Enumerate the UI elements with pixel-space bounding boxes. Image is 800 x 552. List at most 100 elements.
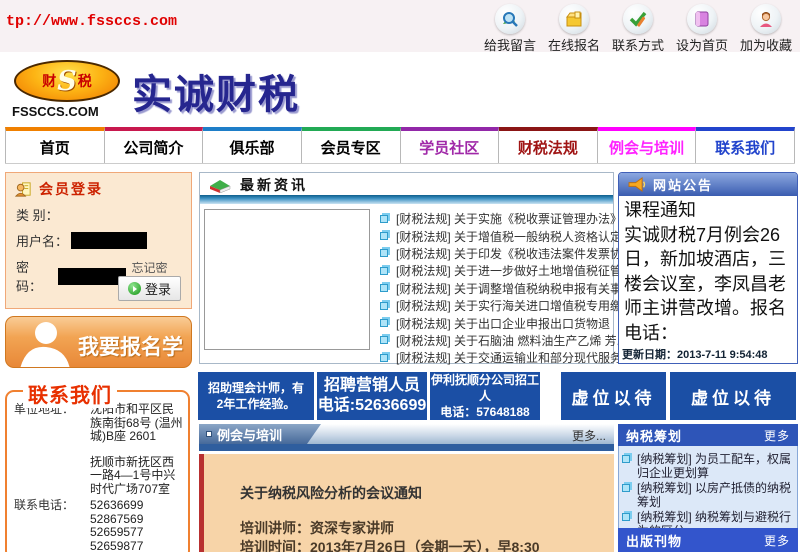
news-item[interactable]: [财税法规] 关于出口企业申报出口货物退（免... xyxy=(380,314,644,331)
banner-vacant-2[interactable]: 虚位以待 xyxy=(670,372,796,420)
tax-planning-section: 纳税筹划 更多 [纳税筹划] 为员工配车，权属归企业更划算 [纳税筹划] 以房产… xyxy=(618,424,798,545)
login-button[interactable]: 登录 xyxy=(118,276,181,301)
meeting-tab: 例会与培训 xyxy=(199,424,321,444)
login-header: 会员登录 xyxy=(6,173,191,201)
header: 财 S 税 FSSCCS.COM 实诚财税 xyxy=(0,52,800,127)
cube-icon xyxy=(380,336,388,344)
news-item-text: [财税法规] 关于交通运输业和部分现代服务业... xyxy=(396,349,644,366)
cube-icon xyxy=(380,302,388,310)
cube-icon xyxy=(622,513,630,521)
tax-planning-item-text: [纳税筹划] 为员工配车，权属归企业更划算 xyxy=(637,453,794,480)
login-username-row: 用户名： xyxy=(6,227,191,253)
news-gradient-bar xyxy=(200,195,613,204)
banner-ad-accountant[interactable]: 招助理会计师，有 2年工作经验。 xyxy=(198,372,314,420)
news-item[interactable]: [财税法规] 关于印发《税收违法案件发票协查... xyxy=(380,245,644,262)
publications-title: 出版刊物 xyxy=(626,531,682,550)
nav-item-club[interactable]: 俱乐部 xyxy=(203,127,302,163)
nav-item-members[interactable]: 会员专区 xyxy=(302,127,401,163)
contact-body: 单位地址： 沈阳市和平区民族南街68号 (温州城)B座 2601 抚顺市新抚区西… xyxy=(7,392,188,552)
phone-number: 52636699 xyxy=(90,499,184,513)
password-label: 密 码： xyxy=(16,257,55,295)
nav-item-regulations[interactable]: 财税法规 xyxy=(499,127,598,163)
topbar-link-favorite[interactable]: 加为收藏 xyxy=(734,2,798,54)
topbar-link-signup[interactable]: 在线报名 xyxy=(542,2,606,54)
logo-char-left: 财 xyxy=(42,71,56,91)
news-item-text: [财税法规] 关于实行海关进口增值税专用缴款... xyxy=(396,297,644,314)
meeting-more-link[interactable]: 更多... xyxy=(572,427,606,444)
publications-header: 出版刊物 更多 xyxy=(618,528,798,552)
tax-planning-item[interactable]: [纳税筹划] 以房产抵债的纳税筹划 xyxy=(622,482,794,509)
nav-item-company[interactable]: 公司简介 xyxy=(105,127,204,163)
banner-line: 伊利抚顺分公司招工人 xyxy=(430,372,540,404)
topbar-link-homepage[interactable]: 设为首页 xyxy=(670,2,734,54)
tax-planning-item[interactable]: [纳税筹划] 为员工配车，权属归企业更划算 xyxy=(622,453,794,480)
banner-line: 招聘营销人员 xyxy=(324,376,420,396)
homepage-icon xyxy=(687,4,717,34)
meeting-body: 关于纳税风险分析的会议通知 培训讲师：资深专家讲师 培训时间：2013年7月26… xyxy=(199,454,614,552)
phone-values: 52636699 52867569 52659577 52659877 1370… xyxy=(90,499,184,552)
news-item[interactable]: [财税法规] 关于实施《税收票证管理办法》若... xyxy=(380,210,644,227)
contact-title: 联系我们 xyxy=(23,379,117,408)
news-item[interactable]: [财税法规] 关于实行海关进口增值税专用缴款... xyxy=(380,297,644,314)
banner-line: 虚位以待 xyxy=(691,384,775,409)
meeting-training-section: 例会与培训 更多... 关于纳税风险分析的会议通知 培训讲师：资深专家讲师 培训… xyxy=(199,424,614,552)
logo-domain: FSSCCS.COM xyxy=(12,104,99,119)
password-input[interactable] xyxy=(58,268,127,285)
phone-label: 联系电话： xyxy=(14,499,90,552)
tax-planning-more-link[interactable]: 更多 xyxy=(764,427,790,444)
phone-row: 联系电话： 52636699 52867569 52659577 5265987… xyxy=(14,499,184,552)
news-item[interactable]: [财税法规] 关于增值税一般纳税人资格认定有... xyxy=(380,227,644,244)
banner-line: 虚位以待 xyxy=(572,384,656,409)
topbar-link-label: 给我留言 xyxy=(484,38,536,53)
logo-char-right: 税 xyxy=(78,71,92,91)
news-item-text: [财税法规] 关于印发《税收违法案件发票协查... xyxy=(396,245,644,262)
banner-line: 电话：57648188 xyxy=(440,404,529,420)
favorite-icon xyxy=(751,4,781,34)
nav-label: 俱乐部 xyxy=(230,137,275,158)
address-row: 单位地址： 沈阳市和平区民族南街68号 (温州城)B座 2601 抚顺市新抚区西… xyxy=(14,403,184,496)
news-body: [财税法规] 关于实施《税收票证管理办法》若... [财税法规] 关于增值税一般… xyxy=(200,204,613,367)
phone-number: 52659577 xyxy=(90,526,184,540)
cube-icon xyxy=(380,232,388,240)
logo-s: S xyxy=(57,68,77,95)
nav-label: 会员专区 xyxy=(321,137,381,158)
news-item[interactable]: [财税法规] 关于石脑油 燃料油生产乙烯 芳... xyxy=(380,332,644,349)
site-announcement-box: 网站公告 课程通知 实诚财税7月例会26日，新加坡酒店，三楼会议室，李凤昌老师主… xyxy=(618,172,798,364)
nav-item-home[interactable]: 首页 xyxy=(5,127,105,163)
banner-ad-marketing[interactable]: 招聘营销人员 电话:52636699 xyxy=(317,372,427,420)
site-brand-name: 实诚财税 xyxy=(132,62,300,120)
announcement-heading: 课程通知 xyxy=(624,198,792,223)
news-item-text: [财税法规] 关于增值税一般纳税人资格认定有... xyxy=(396,228,644,245)
news-item[interactable]: [财税法规] 关于交通运输业和部分现代服务业... xyxy=(380,349,644,366)
topbar-links: 给我留言 在线报名 联系方式 设为首页 加为收藏 xyxy=(478,2,798,54)
nav-item-students[interactable]: 学员社区 xyxy=(401,127,500,163)
username-input[interactable] xyxy=(71,232,147,249)
topbar-link-label: 联系方式 xyxy=(612,38,664,53)
nav-item-training[interactable]: 例会与培训 xyxy=(598,127,697,163)
news-item[interactable]: [财税法规] 关于进一步做好土地增值税征管工... xyxy=(380,262,644,279)
announcement-title: 网站公告 xyxy=(653,175,713,194)
cube-icon xyxy=(380,215,388,223)
message-icon xyxy=(495,4,525,34)
nav-item-contact[interactable]: 联系我们 xyxy=(696,127,795,163)
news-item[interactable]: [财税法规] 关于调整增值税纳税申报有关事项... xyxy=(380,280,644,297)
address-label: 单位地址： xyxy=(14,403,90,496)
banner-vacant-1[interactable]: 虚位以待 xyxy=(561,372,666,420)
banner-line: 2年工作经验。 xyxy=(217,396,296,412)
username-label: 用户名： xyxy=(16,231,68,250)
logo-oval[interactable]: 财 S 税 xyxy=(14,60,120,102)
signup-banner[interactable]: 我要报名学习 xyxy=(5,316,192,368)
login-button-label: 登录 xyxy=(145,279,171,298)
announcement-text: 实诚财税7月例会26日，新加坡酒店，三楼会议室，李凤昌老师主讲营改增。报名电话： xyxy=(624,223,792,346)
topbar-link-contact[interactable]: 联系方式 xyxy=(606,2,670,54)
news-item-text: [财税法规] 关于进一步做好土地增值税征管工... xyxy=(396,262,644,279)
publications-more-link[interactable]: 更多 xyxy=(764,532,790,549)
banner-ad-yili[interactable]: 伊利抚顺分公司招工人 电话：57648188 xyxy=(430,372,540,420)
latest-news-section: 最新资讯 [财税法规] 关于实施《税收票证管理办法》若... [财税法规] 关于… xyxy=(199,172,614,364)
phone-number: 52659877 xyxy=(90,540,184,552)
news-item-text: [财税法规] 关于出口企业申报出口货物退（免... xyxy=(396,315,644,332)
topbar-link-message[interactable]: 给我留言 xyxy=(478,2,542,54)
person-silhouette-icon xyxy=(10,319,76,368)
login-category-row: 类 别： xyxy=(6,201,191,227)
meeting-notice-heading[interactable]: 关于纳税风险分析的会议通知 xyxy=(240,484,590,503)
